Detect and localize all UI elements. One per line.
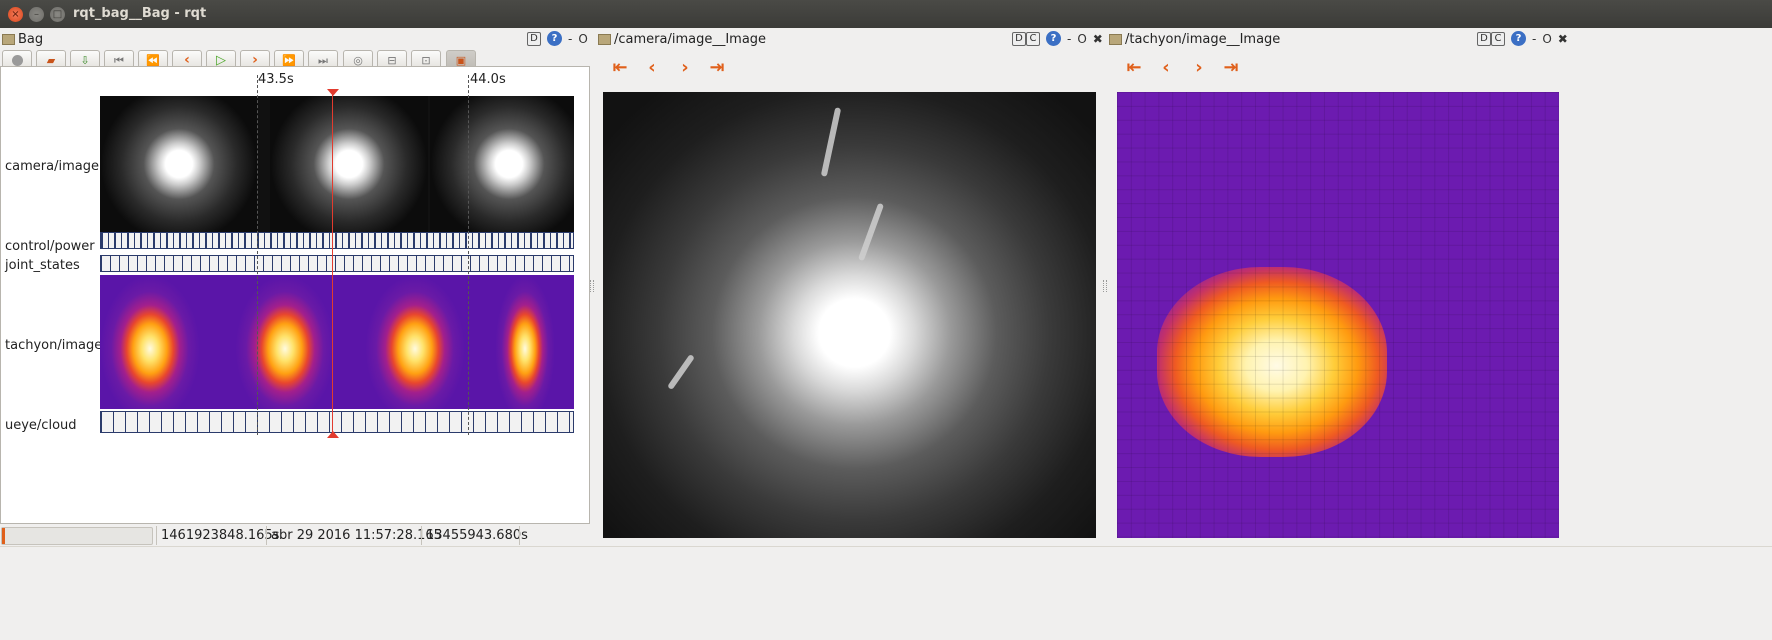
camera-last-button[interactable]: ⇥ — [705, 58, 729, 78]
ueye-cloud-track[interactable] — [100, 411, 574, 433]
joint-states-track[interactable] — [100, 255, 574, 272]
dock-float-button[interactable]: D — [527, 31, 541, 46]
chevron-left-icon: ‹ — [648, 57, 656, 78]
playback-progress — [1, 527, 153, 545]
help-icon[interactable]: ? — [1511, 31, 1526, 46]
reload-icon[interactable]: C — [1491, 31, 1505, 46]
camera-image-streak — [820, 107, 842, 177]
bag-status-bar: 1461923848.165s abr 29 2016 11:57:28.165… — [0, 526, 590, 546]
options-dock-button[interactable]: O — [1542, 32, 1551, 46]
camera-dock-title: /camera/image__Image — [614, 32, 767, 47]
tachyon-dock-controls: D C? - O ✖ — [1477, 31, 1574, 49]
options-dock-button[interactable]: O — [578, 32, 587, 46]
timeline-tick-label: 44.0s — [470, 72, 506, 87]
playhead-line[interactable] — [332, 95, 333, 438]
tick-line — [257, 75, 258, 435]
tachyon-first-button[interactable]: ⇤ — [1122, 58, 1146, 78]
main-window-bottom-area — [0, 546, 1772, 640]
topic-label-joint-states: joint_states — [5, 258, 80, 273]
skip-last-icon: ⇥ — [1223, 57, 1239, 78]
topic-label-camera-image: camera/image — [5, 159, 99, 174]
camera-next-button[interactable]: › — [673, 58, 697, 78]
bag-dock-icon — [2, 34, 15, 45]
reload-icon[interactable]: C — [1026, 31, 1040, 46]
bag-dock-controls: D? - O — [527, 31, 594, 49]
minimize-dock-button[interactable]: - — [1067, 32, 1071, 46]
tachyon-thumbnail — [235, 275, 335, 409]
options-dock-button[interactable]: O — [1077, 32, 1086, 46]
dock-float-button[interactable]: D — [1012, 31, 1026, 46]
tachyon-last-button[interactable]: ⇥ — [1219, 58, 1243, 78]
minimize-dock-button[interactable]: - — [1532, 32, 1536, 46]
minimize-dock-button[interactable]: - — [568, 32, 572, 46]
topic-label-control-power: control/power — [5, 239, 95, 254]
tachyon-prev-button[interactable]: ‹ — [1154, 58, 1178, 78]
camera-image-view — [603, 92, 1096, 538]
tachyon-image-view — [1117, 92, 1559, 538]
camera-thumbnail — [430, 96, 574, 232]
camera-image-streak — [857, 202, 885, 262]
tachyon-thumbnail-strip[interactable] — [100, 275, 574, 409]
playback-progress-fill — [2, 528, 5, 544]
title-bar: × – □ rqt_bag__Bag - rqt — [0, 0, 1772, 28]
control-power-track[interactable] — [100, 232, 574, 249]
bag-dock-title: Bag — [18, 32, 44, 47]
status-elapsed: 13455943.680s — [421, 526, 528, 545]
help-icon[interactable]: ? — [1046, 31, 1061, 46]
tachyon-next-button[interactable]: › — [1187, 58, 1211, 78]
minimize-window-icon[interactable]: – — [29, 7, 44, 22]
record-icon — [11, 55, 23, 66]
chevron-left-icon: ‹ — [1162, 57, 1170, 78]
camera-prev-button[interactable]: ‹ — [640, 58, 664, 78]
tachyon-thumbnail — [365, 275, 465, 409]
status-empty-cell — [519, 526, 589, 545]
camera-first-button[interactable]: ⇤ — [608, 58, 632, 78]
thermal-pixel-grid — [1117, 92, 1559, 538]
status-timestamp: 1461923848.165s — [156, 526, 279, 545]
help-icon[interactable]: ? — [547, 31, 562, 46]
dock-float-button[interactable]: D — [1477, 31, 1491, 46]
tachyon-dock-title: /tachyon/image__Image — [1125, 32, 1281, 47]
pane-splitter[interactable] — [1103, 280, 1107, 292]
chevron-right-icon: › — [1195, 57, 1203, 78]
chevron-right-icon: › — [681, 57, 689, 78]
skip-first-icon: ⇤ — [1126, 57, 1142, 78]
maximize-window-icon[interactable]: □ — [50, 7, 65, 22]
skip-first-icon: ⇤ — [612, 57, 628, 78]
close-dock-icon[interactable]: ✖ — [1558, 32, 1568, 46]
tachyon-dock-icon — [1109, 34, 1122, 45]
bag-dock-header: Bag — [0, 30, 590, 50]
tick-line — [468, 75, 469, 435]
status-date: abr 29 2016 11:57:28.165 — [266, 526, 442, 545]
tachyon-thumbnail — [100, 275, 200, 409]
skip-last-icon: ⇥ — [709, 57, 725, 78]
camera-thumbnail — [100, 96, 258, 232]
close-dock-icon[interactable]: ✖ — [1093, 32, 1103, 46]
camera-image-streak — [667, 353, 695, 391]
camera-thumbnail — [270, 96, 428, 232]
tachyon-thumbnail — [495, 275, 555, 409]
topic-label-ueye-cloud: ueye/cloud — [5, 418, 77, 433]
pane-splitter[interactable] — [590, 280, 594, 292]
close-window-icon[interactable]: × — [8, 7, 23, 22]
bag-timeline[interactable]: 43.5s 44.0s camera/image control/power j… — [0, 66, 590, 524]
camera-thumbnail-strip[interactable] — [100, 96, 574, 232]
camera-dock-controls: D C? - O ✖ — [1012, 31, 1109, 49]
timeline-tick-label: 43.5s — [258, 72, 294, 87]
playhead-top-marker[interactable] — [327, 89, 339, 96]
camera-dock-icon — [598, 34, 611, 45]
topic-label-tachyon-image: tachyon/image — [5, 338, 103, 353]
window-title: rqt_bag__Bag - rqt — [73, 6, 207, 21]
playhead-bottom-marker[interactable] — [327, 431, 339, 438]
